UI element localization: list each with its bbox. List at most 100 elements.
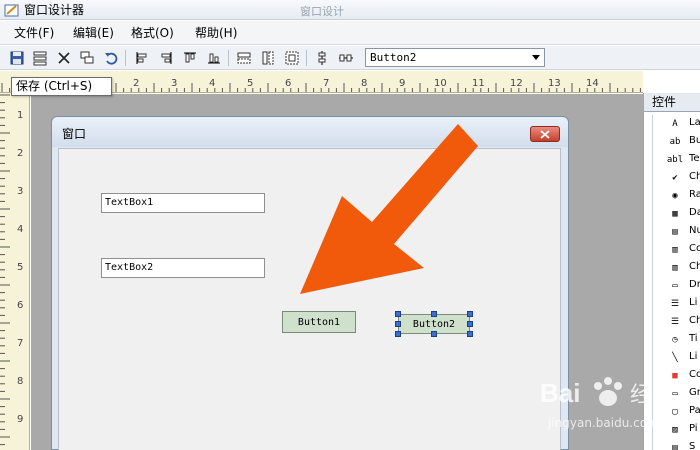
- palette-tool-item[interactable]: ◉ Ra: [644, 187, 700, 205]
- app-title: 窗口设计器: [24, 3, 85, 17]
- form-titlebar[interactable]: 窗口: [52, 117, 568, 147]
- control-type-icon: ▦: [672, 209, 678, 219]
- ruler-top-label: 4: [209, 78, 216, 89]
- center-horizontal-icon[interactable]: [337, 49, 355, 67]
- textbox-1[interactable]: TextBox1: [101, 193, 265, 213]
- control-type-icon: ◉: [672, 191, 678, 201]
- delete-icon[interactable]: [55, 49, 73, 67]
- control-type-icon: abl: [666, 155, 684, 165]
- center-vertical-icon[interactable]: [313, 49, 331, 67]
- same-width-icon[interactable]: [235, 49, 253, 67]
- palette-tool-item[interactable]: ▤ Nu: [644, 223, 700, 241]
- close-button[interactable]: [530, 126, 560, 142]
- align-bottom-icon[interactable]: [205, 49, 223, 67]
- menu-edit[interactable]: 编辑(E): [73, 25, 114, 41]
- palette-tool-label: Ch: [689, 261, 700, 272]
- palette-tool-item[interactable]: ☰ Ch: [644, 313, 700, 331]
- palette-tool-item[interactable]: ▤ S: [644, 439, 700, 450]
- ruler-top-label: 3: [171, 78, 178, 89]
- control-type-icon: ▤: [672, 227, 678, 237]
- ruler-left-label: 9: [17, 414, 24, 425]
- toolbar: Button2: [0, 46, 700, 70]
- palette-tool-item[interactable]: ▭ Dr: [644, 277, 700, 295]
- palette-tool-label: Te: [689, 153, 700, 164]
- save-icon[interactable]: [8, 49, 26, 67]
- palette-tool-item[interactable]: ab Bu: [644, 133, 700, 151]
- palette-tool-label: Ra: [689, 189, 700, 200]
- form-client-area[interactable]: TextBox1 TextBox2 Button1 Button2: [58, 148, 561, 450]
- palette-tool-item[interactable]: ☰ Li: [644, 295, 700, 313]
- control-type-icon: ▭: [672, 281, 678, 291]
- undo-icon[interactable]: [102, 49, 120, 67]
- palette-tool-label: La: [689, 117, 700, 128]
- resize-handle[interactable]: [467, 331, 473, 337]
- close-icon: [540, 129, 550, 139]
- palette-tool-label: Nu: [689, 225, 700, 236]
- align-left-icon[interactable]: [133, 49, 151, 67]
- ruler-top-label: 12: [510, 78, 523, 89]
- ruler-left-label: 3: [17, 186, 24, 197]
- palette-tool-label: Da: [689, 207, 700, 218]
- textbox-2[interactable]: TextBox2: [101, 258, 265, 278]
- palette-tool-label: Bu: [689, 135, 700, 146]
- control-type-icon: ▤: [672, 443, 678, 450]
- palette-tool-item[interactable]: ◷ Ti: [644, 331, 700, 349]
- menu-format[interactable]: 格式(O): [131, 25, 174, 41]
- control-type-icon: ☰: [670, 317, 680, 327]
- watermark-logo: Bai 经验: [540, 377, 674, 408]
- button-1[interactable]: Button1: [282, 311, 356, 333]
- chevron-down-icon[interactable]: [528, 49, 544, 66]
- ruler-top-label: 10: [434, 78, 447, 89]
- control-type-icon: ▥: [672, 263, 678, 273]
- menu-file[interactable]: 文件(F): [14, 25, 54, 41]
- ruler-left-label: 2: [17, 148, 24, 159]
- control-type-icon: A: [672, 119, 678, 129]
- control-type-icon: ╲: [672, 353, 678, 363]
- same-size-icon[interactable]: [283, 49, 301, 67]
- palette-tool-label: Ti: [689, 333, 698, 344]
- watermark-url: jingyan.baidu.com: [548, 416, 659, 430]
- palette-tool-label: S: [689, 441, 696, 450]
- resize-handle[interactable]: [395, 311, 401, 317]
- menubar: 文件(F) 编辑(E) 格式(O) 帮助(H): [0, 21, 700, 45]
- ruler-top-label: 14: [586, 78, 599, 89]
- align-grid-icon[interactable]: [31, 49, 49, 67]
- control-selector-combo[interactable]: Button2: [365, 48, 545, 67]
- palette-tool-label: Li: [689, 351, 698, 362]
- control-type-icon: ▥: [672, 245, 678, 255]
- ruler-left: 1 2 3 4 5 6 7 8 9: [0, 93, 30, 450]
- ruler-left-label: 1: [17, 110, 24, 121]
- ruler-left-label: 8: [17, 376, 24, 387]
- palette-header: 控件: [644, 93, 700, 112]
- same-height-icon[interactable]: [259, 49, 277, 67]
- palette-tool-item[interactable]: ▥ Co: [644, 241, 700, 259]
- watermark-brand: Bai: [540, 378, 580, 408]
- palette-tool-label: Ch: [689, 315, 700, 326]
- resize-handle[interactable]: [431, 331, 437, 337]
- resize-handle[interactable]: [467, 311, 473, 317]
- align-right-icon[interactable]: [157, 49, 175, 67]
- align-top-icon[interactable]: [181, 49, 199, 67]
- ruler-left-label: 7: [17, 338, 24, 349]
- resize-handle[interactable]: [431, 311, 437, 317]
- ruler-top-label: 2: [133, 78, 140, 89]
- ruler-top-label: 8: [361, 78, 368, 89]
- form-window[interactable]: 窗口 TextBox1 TextBox2 Button1 Button2: [51, 116, 569, 450]
- control-selector-value: Button2: [370, 51, 417, 64]
- ruler-top-label: 5: [247, 78, 254, 89]
- palette-tool-item[interactable]: ▥ Ch: [644, 259, 700, 277]
- watermark-brand-cn: 经验: [630, 383, 674, 408]
- control-type-icon: ✔: [672, 173, 678, 183]
- ruler-top-label: 6: [285, 78, 292, 89]
- resize-handle[interactable]: [395, 331, 401, 337]
- resize-handle[interactable]: [395, 321, 401, 327]
- menu-help[interactable]: 帮助(H): [195, 25, 237, 41]
- copy-icon[interactable]: [78, 49, 96, 67]
- palette-tool-item[interactable]: A La: [644, 115, 700, 133]
- palette-tool-item[interactable]: ╲ Li: [644, 349, 700, 367]
- palette-tool-item[interactable]: abl Te: [644, 151, 700, 169]
- resize-handle[interactable]: [467, 321, 473, 327]
- form-title: 窗口: [62, 127, 87, 141]
- palette-tool-item[interactable]: ▦ Da: [644, 205, 700, 223]
- palette-tool-item[interactable]: ✔ Ch: [644, 169, 700, 187]
